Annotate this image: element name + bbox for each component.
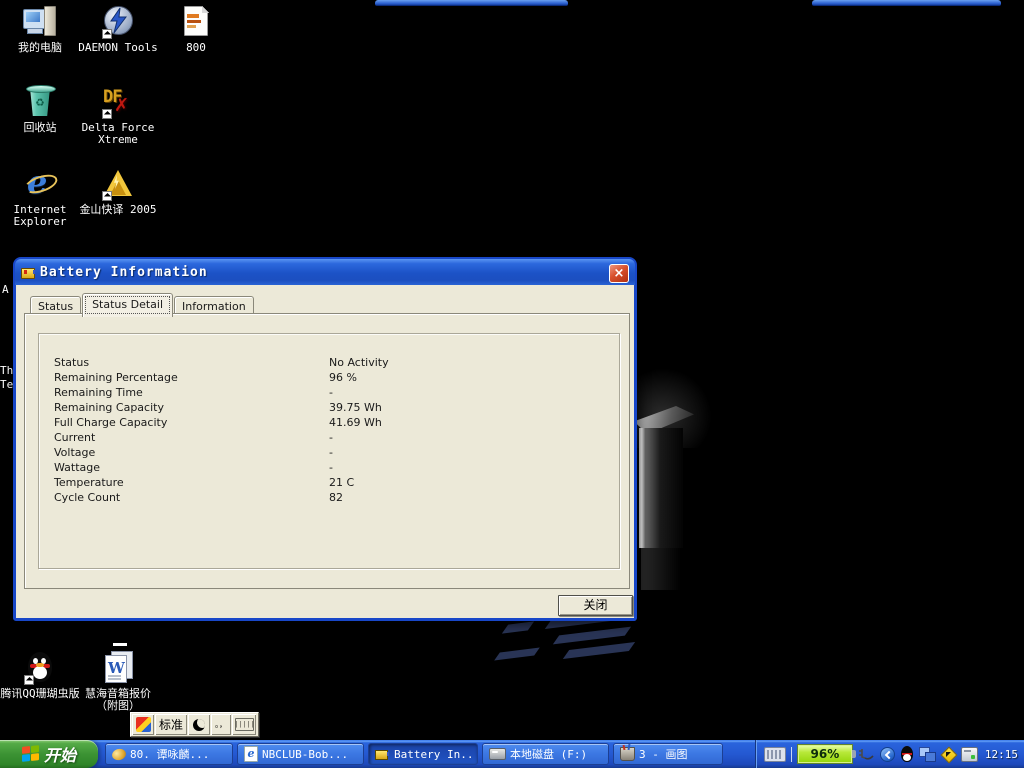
daemon-tools-icon (101, 5, 135, 39)
recycle-bin-icon: ♻ (23, 85, 57, 119)
start-button[interactable]: 开始 (0, 740, 98, 768)
desktop-icon-qq[interactable]: 腾讯QQ珊瑚虫版 (0, 651, 80, 700)
hidden-label-fragment: Th (0, 364, 13, 377)
window-title: Battery Information (40, 265, 208, 280)
ime-softkeyboard-button[interactable] (232, 714, 256, 735)
taskbar-button-paint[interactable]: 3 - 画图 (613, 743, 723, 765)
wallpaper-stripe (502, 621, 534, 633)
taskbar-button-ie[interactable]: e NBCLUB-Bob... (237, 743, 364, 765)
keyboard-layout-icon[interactable] (764, 747, 786, 762)
kingsoft-pyramid-icon (101, 167, 135, 201)
desktop-icon-daemon-tools[interactable]: DAEMON Tools (78, 5, 158, 54)
taskbar-button-battery[interactable]: Battery In... (368, 743, 478, 765)
battery-information-window: Battery Information × Status Status Deta… (13, 257, 637, 621)
icon-label: Delta Force Xtreme (78, 122, 158, 146)
kingsoft-tray-icon[interactable] (941, 747, 956, 762)
tray-separator (791, 747, 792, 762)
icon-label: 我的电脑 (0, 42, 80, 54)
battery-level-indicator[interactable]: 96% (797, 744, 853, 764)
table-row: Voltage- (54, 445, 611, 460)
table-row: Wattage- (54, 460, 611, 475)
close-dialog-button[interactable]: 关闭 (558, 595, 633, 616)
word-document-icon: W (101, 651, 135, 685)
table-row: StatusNo Activity (54, 355, 611, 370)
delta-force-icon: DF✗ (101, 85, 135, 119)
paint-icon (620, 747, 635, 761)
desktop: { "colors": { "taskbar_blue": "#2459D2",… (0, 0, 1024, 768)
tray-clock[interactable]: 12:15 (985, 748, 1018, 761)
screen-artifact (113, 643, 127, 646)
ime-fullhalf-button[interactable] (188, 714, 210, 735)
keyboard-icon (235, 718, 254, 731)
battery-detail-list: StatusNo Activity Remaining Percentage96… (54, 355, 611, 505)
taskbar: 开始 80. 谭咏麟... e NBCLUB-Bob... Battery In… (0, 740, 1024, 768)
wallpaper-stripe (553, 627, 631, 645)
battery-icon (20, 265, 36, 279)
status-detail-groupbox: StatusNo Activity Remaining Percentage96… (38, 333, 620, 569)
offscreen-window-edge[interactable] (812, 0, 1001, 6)
internet-explorer-icon: e (244, 746, 258, 762)
hardware-tray-icon[interactable] (961, 747, 978, 762)
icon-label: 800 (156, 42, 236, 54)
ime-mode-button[interactable]: 标准 (155, 714, 187, 735)
internet-explorer-icon: e (23, 167, 57, 201)
table-row: Cycle Count82 (54, 490, 611, 505)
desktop-icon-recycle-bin[interactable]: ♻ 回收站 (0, 85, 80, 134)
desktop-icon-my-computer[interactable]: 我的电脑 (0, 5, 80, 54)
table-row: Temperature21 C (54, 475, 611, 490)
desktop-icon-word-doc[interactable]: W 慧海音箱报价 （附图） (78, 651, 158, 712)
wallpaper-shape (639, 428, 683, 548)
icon-label: 回收站 (0, 122, 80, 134)
hidden-label-fragment: A (2, 283, 9, 296)
icon-label: 金山快译 2005 (78, 204, 158, 216)
window-titlebar[interactable]: Battery Information (15, 259, 635, 285)
table-row: Current- (54, 430, 611, 445)
table-row: Remaining Time- (54, 385, 611, 400)
hidden-label-fragment: Te (0, 378, 13, 391)
ime-punctuation-button[interactable]: 。， (211, 714, 231, 735)
offscreen-window-edge[interactable] (375, 0, 568, 6)
qq-tray-icon[interactable] (900, 746, 914, 763)
icon-label: 慧海音箱报价 （附图） (78, 688, 158, 712)
qq-penguin-icon (23, 651, 57, 685)
ime-logo-button[interactable] (132, 714, 154, 735)
desktop-icon-800[interactable]: 800 (156, 5, 236, 54)
wallpaper-stripe (494, 648, 540, 661)
taskbar-button-local-disk[interactable]: 本地磁盘 (F:) (482, 743, 609, 765)
icon-label: 腾讯QQ珊瑚虫版 (0, 688, 80, 700)
desktop-icon-internet-explorer[interactable]: e Internet Explorer (0, 167, 80, 228)
my-computer-icon (23, 5, 57, 39)
ac-plug-icon[interactable] (858, 746, 875, 762)
system-tray: 96% 12:15 (755, 740, 1024, 768)
taskbar-button-music[interactable]: 80. 谭咏麟... (105, 743, 233, 765)
tab-status-detail[interactable]: Status Detail (82, 293, 173, 317)
wallpaper-stripe (563, 642, 635, 659)
hide-tray-icons-button[interactable] (880, 747, 895, 762)
battery-icon (375, 748, 390, 760)
disk-drive-icon (489, 748, 506, 760)
wallpaper-shape (641, 548, 681, 590)
ime-language-bar: 标准 。， (130, 712, 259, 737)
table-row: Remaining Capacity39.75 Wh (54, 400, 611, 415)
table-row: Full Charge Capacity41.69 Wh (54, 415, 611, 430)
ime-logo-icon (136, 717, 151, 732)
table-row: Remaining Percentage96 % (54, 370, 611, 385)
icon-label: DAEMON Tools (78, 42, 158, 54)
music-player-icon (111, 747, 127, 761)
network-tray-icon[interactable] (919, 747, 936, 762)
icon-label: Internet Explorer (0, 204, 80, 228)
windows-flag-icon (22, 745, 39, 763)
moon-icon (193, 719, 205, 731)
desktop-icon-kingsoft-2005[interactable]: 金山快译 2005 (78, 167, 158, 216)
desktop-icon-delta-force[interactable]: DF✗ Delta Force Xtreme (78, 85, 158, 146)
close-window-button[interactable]: × (609, 264, 629, 283)
document-icon (179, 5, 213, 39)
